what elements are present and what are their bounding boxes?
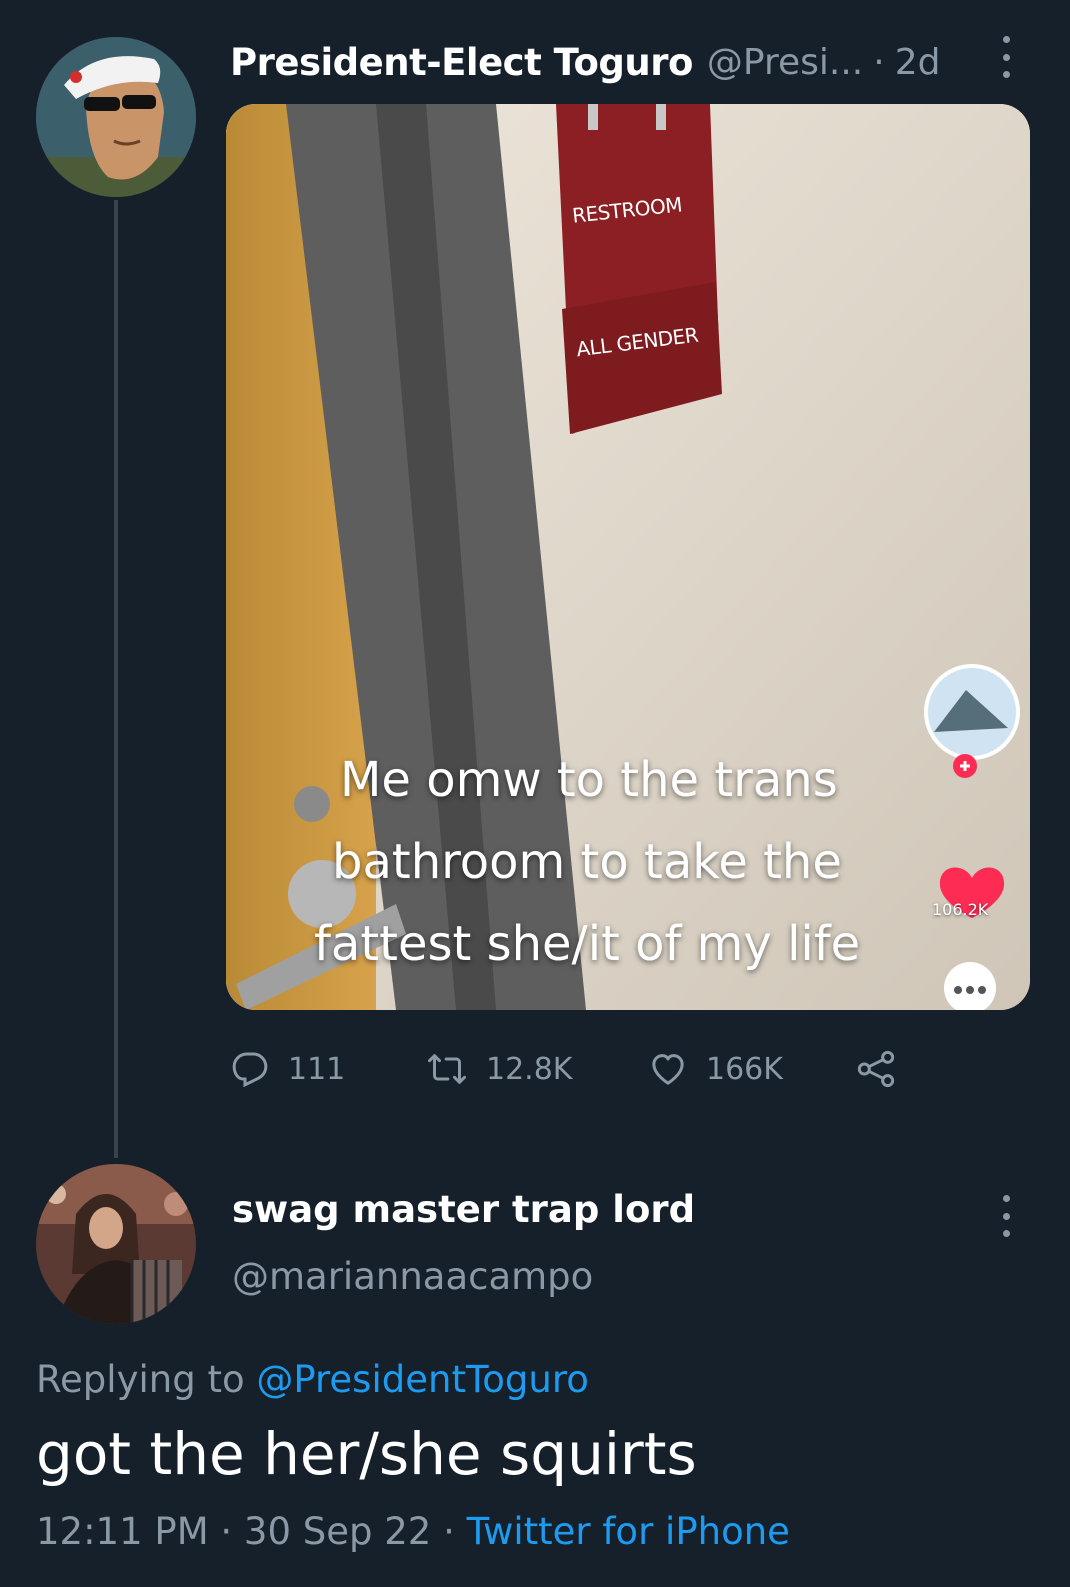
tweet-meta-line: 12:11 PM · 30 Sep 22 · Twitter for iPhon…: [36, 1510, 790, 1553]
retweet-button[interactable]: 12.8K: [426, 1044, 572, 1094]
thread-line: [114, 200, 118, 1158]
media-caption-line: fattest she/it of my life: [314, 916, 861, 972]
tweet-time[interactable]: 12:11 PM: [36, 1510, 209, 1553]
retweet-count: 12.8K: [486, 1051, 573, 1087]
like-button[interactable]: 166K: [648, 1044, 783, 1094]
more-options-icon[interactable]: [1000, 1195, 1012, 1237]
heart-icon: [652, 1054, 684, 1085]
media-caption-line: Me omw to the trans: [340, 752, 838, 808]
replying-to-link[interactable]: @PresidentToguro: [256, 1358, 589, 1401]
more-options-icon[interactable]: [1000, 36, 1012, 78]
tiktok-like-count: 106.2K: [932, 900, 989, 919]
reply-icon: [232, 1052, 268, 1088]
tweet-source-link[interactable]: Twitter for iPhone: [467, 1510, 790, 1553]
reply-tweet-text: got the her/she squirts: [36, 1420, 697, 1488]
avatar[interactable]: [36, 37, 196, 197]
username-handle[interactable]: @Presi...: [707, 42, 863, 83]
meta-separator: ·: [220, 1510, 233, 1553]
reply-count: 111: [288, 1051, 346, 1087]
reply-button[interactable]: 111: [230, 1044, 345, 1094]
retweet-icon: [428, 1054, 466, 1084]
media-caption-line: bathroom to take the: [332, 834, 842, 890]
reply-username-handle[interactable]: @mariannaacampo: [232, 1255, 593, 1298]
tweet-timestamp[interactable]: 2d: [895, 42, 941, 83]
tweet-date[interactable]: 30 Sep 22: [244, 1510, 431, 1553]
replying-to-label: Replying to: [36, 1358, 257, 1401]
meta-separator: ·: [443, 1510, 455, 1553]
reply-display-name[interactable]: swag master trap lord: [232, 1188, 695, 1231]
replying-to-line: Replying to @PresidentToguro: [36, 1358, 589, 1401]
tweet-header: President-Elect Toguro @Presi... · 2d: [230, 38, 1010, 86]
like-count: 166K: [706, 1051, 783, 1087]
tweet-media-image[interactable]: RESTROOM ALL GENDER Me omw to the trans …: [226, 104, 1030, 1010]
avatar[interactable]: [36, 1164, 196, 1324]
share-icon: [857, 1050, 895, 1088]
separator-dot: ·: [873, 41, 885, 83]
share-button[interactable]: [854, 1044, 898, 1094]
display-name[interactable]: President-Elect Toguro: [230, 41, 693, 84]
